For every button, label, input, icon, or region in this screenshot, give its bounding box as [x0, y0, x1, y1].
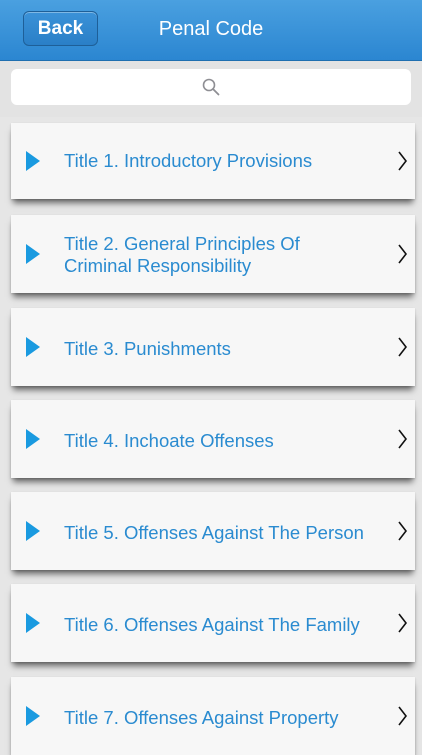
- list-item-title-6[interactable]: Title 6. Offenses Against The Family: [11, 584, 415, 662]
- play-triangle-icon: [26, 337, 40, 357]
- chevron-right-icon: [398, 429, 407, 449]
- navigation-bar: Back Penal Code: [0, 0, 422, 61]
- chevron-right-icon: [398, 244, 407, 264]
- chevron-right-icon: [398, 337, 407, 357]
- chevron-right-icon: [398, 521, 407, 541]
- list-item-label: Title 7. Offenses Against Property: [64, 707, 339, 728]
- list-item-title-2[interactable]: Title 2. General Principles Of Criminal …: [11, 215, 415, 293]
- play-triangle-icon: [26, 151, 40, 171]
- search-bar: [0, 61, 422, 117]
- chevron-right-icon: [398, 151, 407, 171]
- play-triangle-icon: [26, 244, 40, 264]
- list-item-label: Title 3. Punishments: [64, 338, 231, 359]
- chevron-right-icon: [398, 706, 407, 726]
- list-item-title-5[interactable]: Title 5. Offenses Against The Person: [11, 492, 415, 570]
- list-item-label: Title 2. General Principles Of Criminal …: [64, 233, 300, 276]
- search-input[interactable]: [11, 69, 411, 105]
- list-item-label: Title 4. Inchoate Offenses: [64, 430, 274, 451]
- play-triangle-icon: [26, 613, 40, 633]
- list-item-label: Title 5. Offenses Against The Person: [64, 522, 364, 543]
- list-item-label: Title 1. Introductory Provisions: [64, 150, 313, 171]
- back-button[interactable]: Back: [23, 11, 98, 46]
- list-item-title-4[interactable]: Title 4. Inchoate Offenses: [11, 400, 415, 478]
- list-item-title-1[interactable]: Title 1. Introductory Provisions: [11, 123, 415, 199]
- list-item-title-3[interactable]: Title 3. Punishments: [11, 308, 415, 386]
- list-item-title-7[interactable]: Title 7. Offenses Against Property: [11, 677, 415, 755]
- play-triangle-icon: [26, 521, 40, 541]
- search-icon: [202, 78, 220, 96]
- play-triangle-icon: [26, 706, 40, 726]
- list-item-label: Title 6. Offenses Against The Family: [64, 614, 360, 635]
- chevron-right-icon: [398, 613, 407, 633]
- play-triangle-icon: [26, 429, 40, 449]
